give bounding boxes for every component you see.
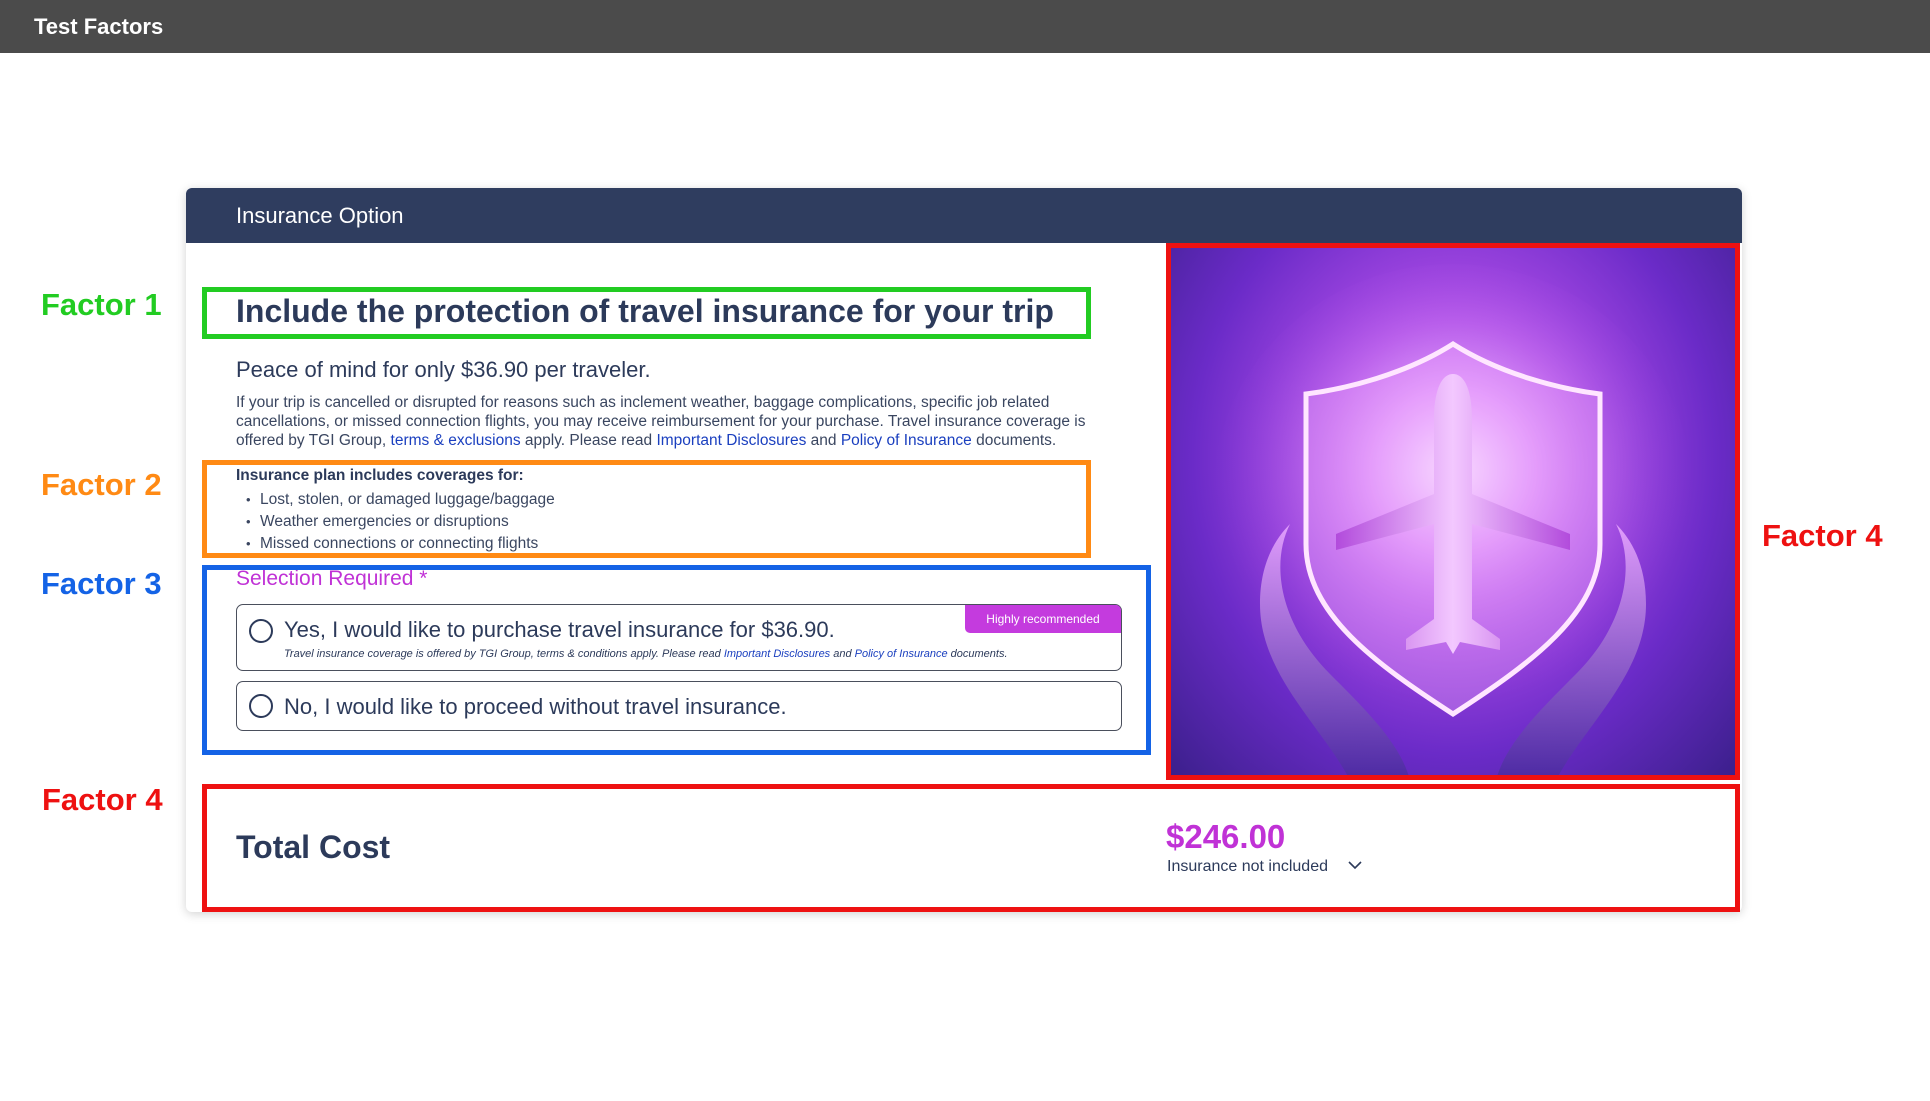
terms-exclusions-link[interactable]: terms & exclusions	[391, 432, 521, 449]
description-text: and	[806, 432, 841, 449]
factor-4-image-highlight	[1166, 243, 1740, 780]
factor-2-highlight	[202, 460, 1091, 558]
factor-3-label: Factor 3	[41, 566, 162, 601]
factor-4-total-label: Factor 4	[42, 782, 163, 817]
description-text: documents.	[971, 432, 1057, 449]
policy-of-insurance-link[interactable]: Policy of Insurance	[841, 432, 972, 449]
price-subhead: Peace of mind for only $36.90 per travel…	[236, 357, 651, 382]
factor-2-label: Factor 2	[41, 467, 162, 502]
factor-3-highlight	[202, 565, 1151, 755]
factor-1-label: Factor 1	[41, 287, 162, 322]
app-title: Test Factors	[34, 14, 164, 39]
insurance-description: If your trip is cancelled or disrupted f…	[236, 393, 1116, 450]
description-text: apply. Please read	[520, 432, 657, 449]
important-disclosures-link[interactable]: Important Disclosures	[656, 432, 806, 449]
factor-4-image-label: Factor 4	[1762, 518, 1883, 553]
top-bar: Test Factors	[0, 0, 1930, 53]
factor-1-highlight	[202, 287, 1091, 339]
card-header-title: Insurance Option	[236, 203, 404, 228]
card-header: Insurance Option	[186, 188, 1742, 243]
factor-4-total-highlight	[202, 784, 1740, 912]
